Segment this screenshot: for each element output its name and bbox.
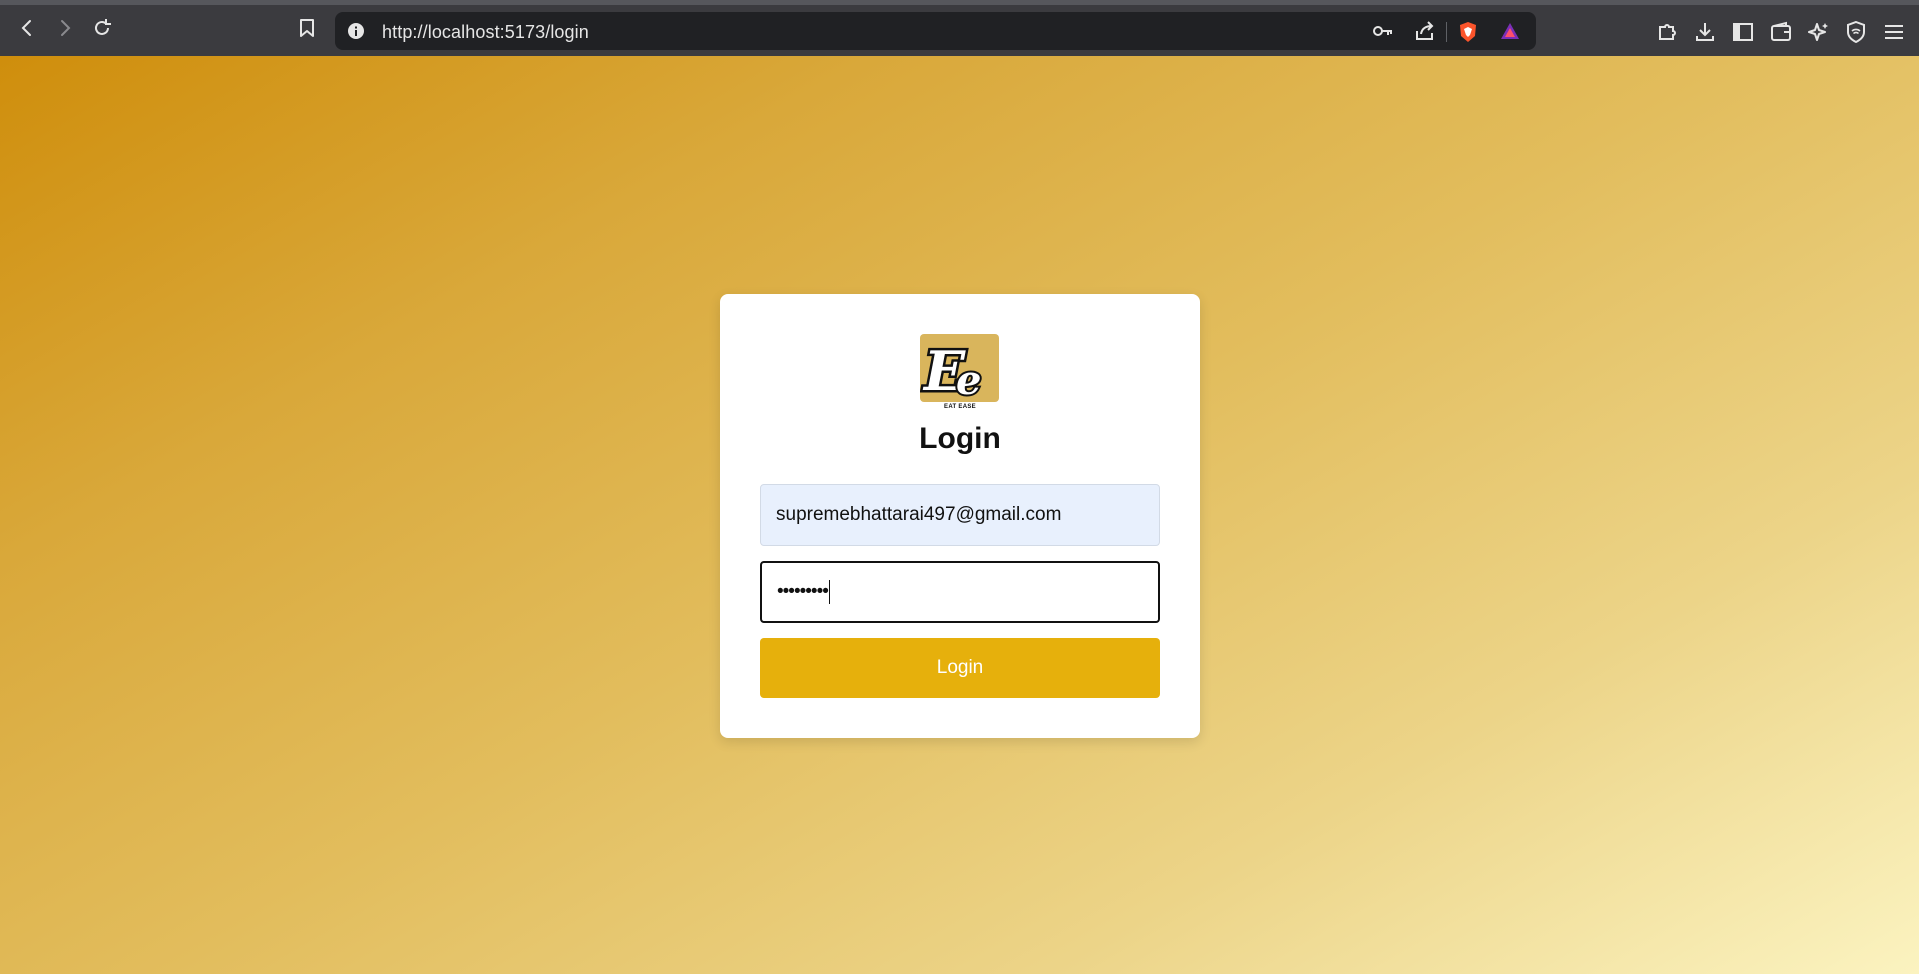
download-icon[interactable] xyxy=(1694,21,1716,43)
leo-ai-icon[interactable] xyxy=(1808,21,1830,43)
browser-toolbar: http://localhost:5173/login xyxy=(0,0,1919,56)
email-value: supremebhattarai497@gmail.com xyxy=(776,504,1062,525)
login-card: E e EAT EASE Login supremebhattarai497@g… xyxy=(720,294,1200,738)
password-value: ••••••••• xyxy=(777,581,829,602)
page-title: Login xyxy=(919,422,1001,455)
address-bar[interactable]: http://localhost:5173/login xyxy=(335,12,1536,50)
password-field[interactable]: ••••••••• xyxy=(760,561,1160,623)
eat-ease-logo: E e EAT EASE xyxy=(920,334,1000,416)
reload-button[interactable] xyxy=(87,13,117,43)
share-icon[interactable] xyxy=(1414,21,1436,41)
url-text[interactable]: http://localhost:5173/login xyxy=(382,22,589,43)
back-button[interactable] xyxy=(12,13,42,43)
sidebar-icon[interactable] xyxy=(1732,21,1754,43)
key-icon[interactable] xyxy=(1371,21,1395,41)
chevron-left-icon xyxy=(21,20,31,36)
forward-button[interactable] xyxy=(50,13,80,43)
login-page: E e EAT EASE Login supremebhattarai497@g… xyxy=(0,56,1919,974)
bookmark-button[interactable] xyxy=(292,13,322,43)
bookmark-icon xyxy=(300,19,314,37)
svg-text:e: e xyxy=(956,357,981,402)
menu-icon[interactable] xyxy=(1883,21,1905,43)
text-caret xyxy=(828,580,831,604)
url-separator xyxy=(1446,22,1447,42)
logo-caption: EAT EASE xyxy=(944,404,976,410)
extensions-icon[interactable] xyxy=(1656,21,1678,43)
logo-badge: E e xyxy=(920,334,999,402)
reload-icon xyxy=(95,19,111,35)
email-field[interactable]: supremebhattarai497@gmail.com xyxy=(760,484,1160,546)
vpn-shield-icon[interactable] xyxy=(1845,21,1867,43)
chevron-right-icon xyxy=(61,20,71,36)
brave-rewards-icon[interactable] xyxy=(1499,21,1521,41)
brave-shields-icon[interactable] xyxy=(1457,21,1479,43)
wallet-icon[interactable] xyxy=(1770,21,1792,43)
logo-mark: E e xyxy=(920,337,983,403)
login-button[interactable]: Login xyxy=(760,638,1160,698)
info-icon[interactable] xyxy=(347,22,365,40)
